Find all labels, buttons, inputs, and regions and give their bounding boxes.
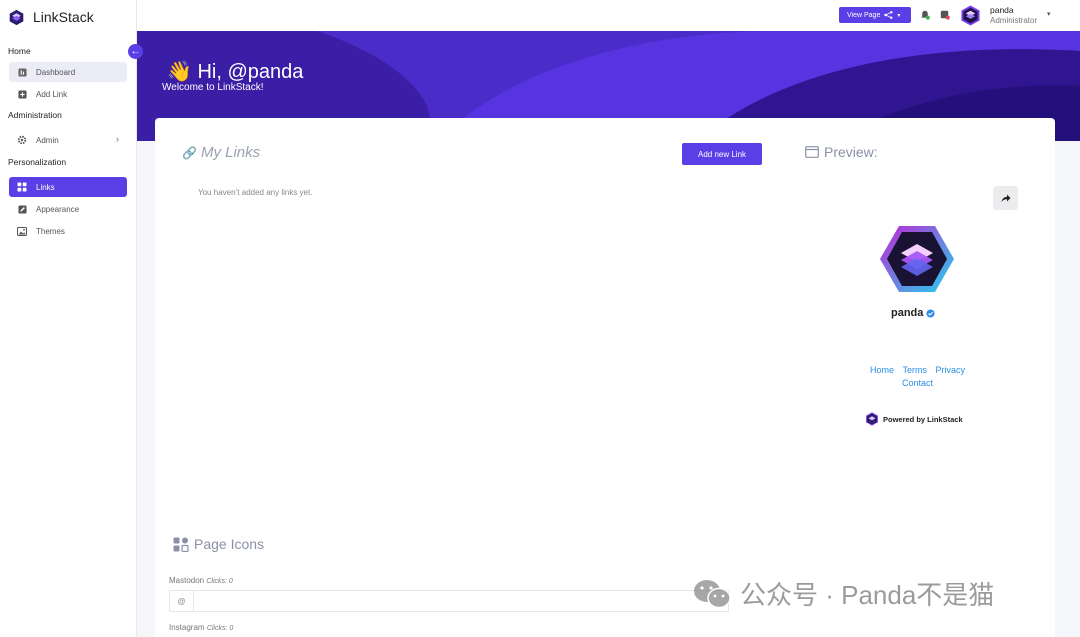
- empty-links-message: You haven’t added any links yet.: [198, 188, 313, 197]
- preview-title: Preview:: [805, 144, 878, 160]
- instagram-label: Instagram Clicks: 0: [169, 623, 234, 632]
- sidebar-item-label: Add Link: [36, 89, 68, 99]
- brand-name: LinkStack: [33, 9, 94, 25]
- link-icon: 🔗: [182, 145, 197, 160]
- preview-avatar: [880, 226, 954, 292]
- arrow-left-icon: ←: [130, 46, 141, 57]
- add-square-icon: [17, 89, 27, 99]
- footer-link-home[interactable]: Home: [870, 365, 894, 375]
- mastodon-input[interactable]: @: [169, 590, 729, 612]
- view-page-label: View Page: [847, 11, 881, 19]
- browser-window-icon: [805, 146, 819, 158]
- preview-footer-links: Home Terms Privacy Contact: [855, 364, 980, 390]
- sidebar-item-label: Themes: [36, 226, 65, 236]
- powered-by-linkstack[interactable]: Powered by LinkStack: [865, 412, 963, 426]
- greeting: 👋 Hi, @panda: [167, 59, 303, 84]
- wechat-watermark: 公众号 · Panda不是猫: [692, 575, 994, 612]
- waving-hand-icon: 👋: [167, 61, 192, 83]
- collapse-sidebar-button[interactable]: ←: [128, 44, 143, 59]
- sidebar-item-appearance[interactable]: Appearance: [9, 199, 127, 219]
- notification-bell-icon[interactable]: [920, 10, 930, 20]
- sidebar-item-label: Links: [36, 182, 55, 192]
- share-icon: [884, 11, 893, 19]
- linkstack-logo-icon: [9, 9, 24, 25]
- linkstack-logo-icon: [865, 412, 879, 426]
- sidebar-item-dashboard[interactable]: Dashboard: [9, 62, 127, 82]
- sidebar-item-admin[interactable]: Admin ›: [9, 130, 127, 150]
- messages-icon[interactable]: [940, 10, 950, 20]
- grid-icon: [17, 182, 27, 192]
- share-arrow-icon: [1001, 194, 1010, 202]
- sidebar-item-add-link[interactable]: Add Link: [9, 84, 127, 104]
- caret-down-icon: ▾: [897, 12, 901, 19]
- pencil-square-icon: [17, 204, 27, 214]
- brand[interactable]: LinkStack: [0, 0, 136, 34]
- my-links-title: 🔗 My Links: [182, 144, 261, 161]
- greeting-text: Hi, @panda: [197, 61, 304, 83]
- caret-down-icon[interactable]: ▾: [1047, 10, 1051, 18]
- section-title-personalization: Personalization: [8, 157, 67, 167]
- footer-link-contact[interactable]: Contact: [902, 378, 933, 388]
- sidebar-item-themes[interactable]: Themes: [9, 221, 127, 241]
- user-name[interactable]: panda: [990, 5, 1014, 15]
- sidebar-item-label: Appearance: [36, 204, 80, 214]
- user-avatar[interactable]: [960, 5, 981, 26]
- welcome-text: Welcome to LinkStack!: [162, 82, 264, 93]
- section-title-home: Home: [8, 46, 31, 56]
- section-title-administration: Administration: [8, 110, 62, 120]
- chevron-right-icon: ›: [116, 134, 119, 144]
- footer-link-terms[interactable]: Terms: [903, 365, 928, 375]
- user-role: Administrator: [990, 16, 1038, 25]
- dashboard-icon: [17, 67, 27, 77]
- preview-name: panda: [891, 307, 935, 319]
- gear-icon: [17, 135, 27, 145]
- sidebar-item-label: Admin: [36, 135, 59, 145]
- wechat-logo-icon: [694, 579, 731, 608]
- footer-link-privacy[interactable]: Privacy: [936, 365, 966, 375]
- verified-badge-icon: [926, 308, 935, 318]
- sidebar: LinkStack Home Dashboard Add Link Admini…: [0, 0, 137, 637]
- view-page-button[interactable]: View Page ▾: [839, 7, 911, 23]
- sidebar-item-links[interactable]: Links: [9, 177, 127, 197]
- page-icons-title: Page Icons: [173, 536, 264, 552]
- share-button[interactable]: [993, 186, 1018, 210]
- add-new-link-button[interactable]: Add new Link: [682, 143, 762, 165]
- topbar: View Page ▾ panda Administrator ▾: [137, 0, 1080, 31]
- at-sign-addon: @: [170, 591, 194, 611]
- sidebar-item-label: Dashboard: [36, 67, 76, 77]
- mastodon-label: Mastodon Clicks: 0: [169, 576, 233, 585]
- image-icon: [17, 226, 27, 236]
- links-card: 🔗 My Links Add new Link You haven’t adde…: [155, 118, 1055, 637]
- page-icons-icon: [173, 537, 189, 552]
